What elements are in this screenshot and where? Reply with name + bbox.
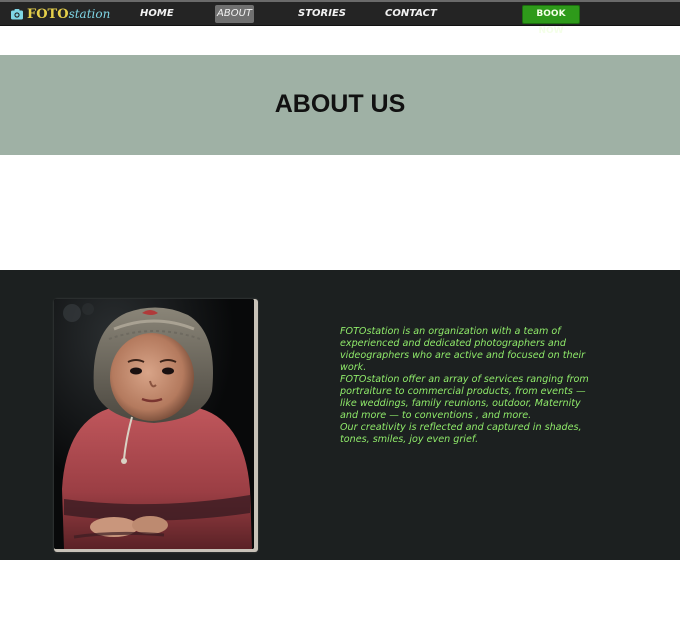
about-paragraph-1: FOTOstation is an organization with a te… bbox=[340, 326, 586, 373]
about-description: FOTOstation is an organization with a te… bbox=[340, 326, 590, 446]
nav-about[interactable]: ABOUT bbox=[215, 5, 254, 23]
camera-icon bbox=[10, 7, 24, 21]
top-navbar: FOTO station HOME ABOUT STORIES CONTACT … bbox=[0, 0, 680, 36]
page-title: ABOUT US bbox=[274, 90, 406, 118]
child-portrait-image bbox=[54, 299, 254, 549]
brand-name-bold: FOTO bbox=[27, 6, 69, 22]
nav-home[interactable]: HOME bbox=[140, 5, 174, 23]
hero-banner: ABOUT US bbox=[0, 55, 680, 155]
nav-contact[interactable]: CONTACT bbox=[385, 5, 437, 23]
about-section: FOTOstation is an organization with a te… bbox=[0, 270, 680, 560]
nav-stories[interactable]: STORIES bbox=[298, 5, 346, 23]
book-now-button[interactable]: BOOK NOW bbox=[522, 5, 580, 36]
brand-name-italic: station bbox=[68, 7, 111, 21]
photo-frame bbox=[54, 299, 258, 552]
about-paragraph-3: Our creativity is reflected and captured… bbox=[340, 422, 582, 445]
brand-logo[interactable]: FOTO station bbox=[10, 5, 110, 23]
about-paragraph-2: FOTOstation offer an array of services r… bbox=[340, 374, 589, 421]
